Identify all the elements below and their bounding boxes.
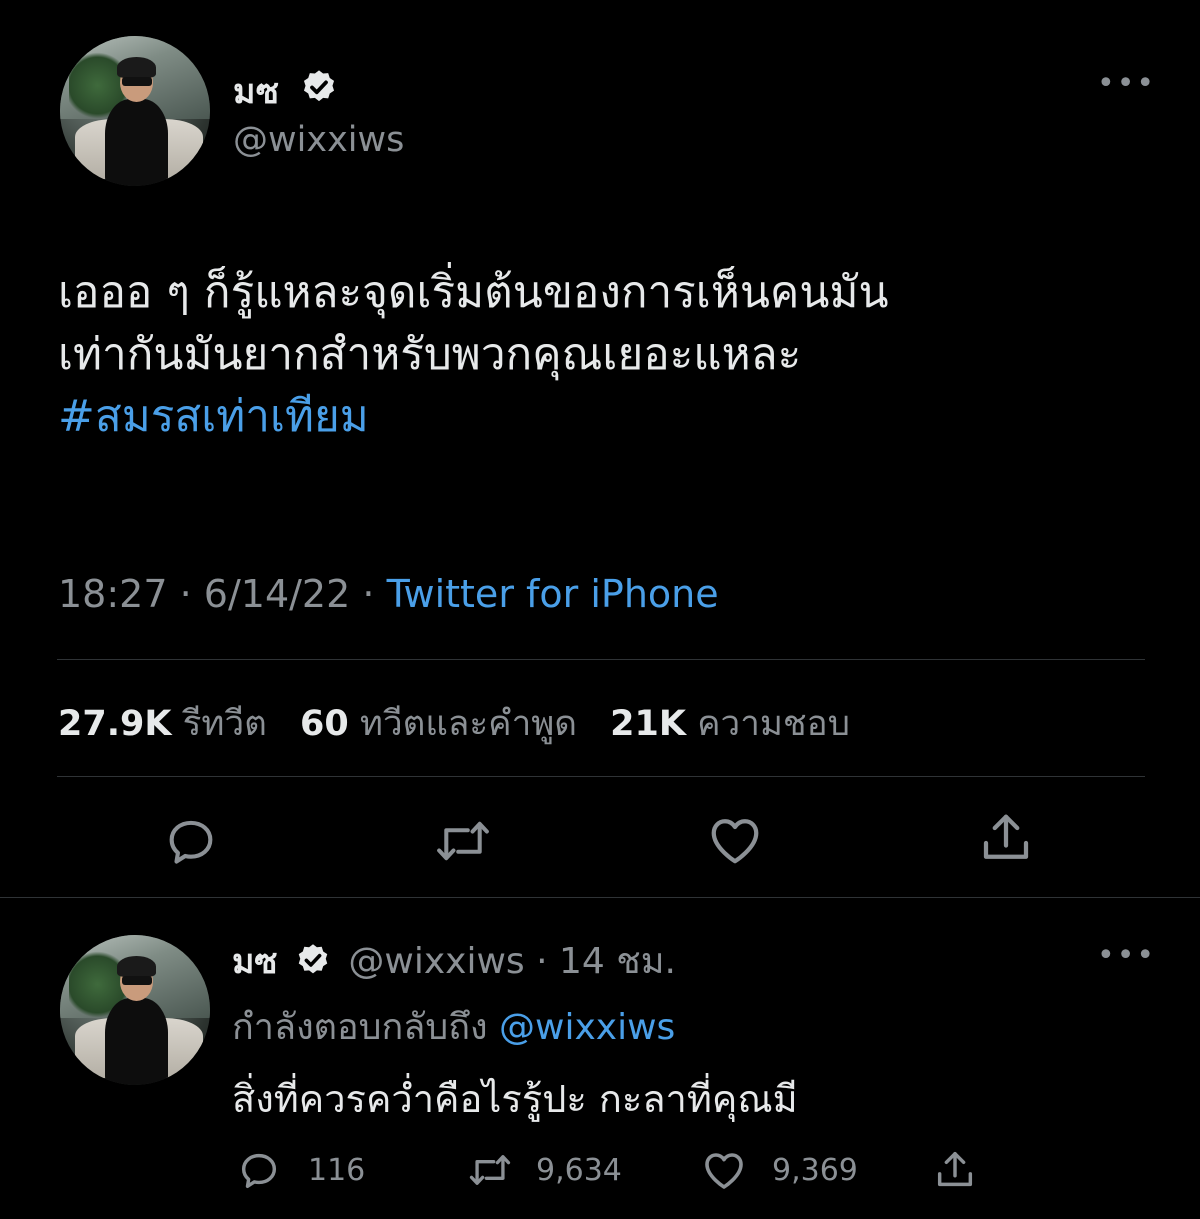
tweet-detail-page: มซ @wixxiws ••• เอออ ๆ ก็รู้แหละจุดเริ่ม… [0,0,1200,1219]
likes-count: 21K [610,704,686,744]
replying-to-label: กำลังตอบกลับถึง [232,1007,488,1048]
reply-time[interactable]: 14 ชม. [559,941,676,982]
retweet-button[interactable] [432,812,494,870]
like-button[interactable] [704,810,766,870]
handle[interactable]: @wixxiws [233,120,404,160]
reply-reply-button[interactable]: 116 [236,1146,365,1194]
share-button[interactable] [976,808,1036,868]
replying-to: กำลังตอบกลับถึง @wixxiws [232,998,675,1055]
replying-to-mention[interactable]: @wixxiws [499,1007,675,1048]
more-options-icon[interactable]: ••• [1097,66,1156,101]
reply-separator: · [536,941,548,982]
reply-more-options-icon[interactable]: ••• [1097,938,1156,973]
verified-badge-icon [303,70,335,102]
retweet-icon [469,1155,511,1185]
reply-display-name[interactable]: มซ [232,942,278,982]
meta-separator: · [179,572,192,616]
tweet-text: เอออ ๆ ก็รู้แหละจุดเริ่มต้นของการเห็นคนม… [58,262,1168,448]
verified-badge-icon [298,944,328,974]
like-icon [711,819,759,864]
reply-count: 116 [308,1152,366,1188]
hashtag-link[interactable]: #สมรสเท่าเทียม [58,386,1168,448]
quotes-count: 60 [300,704,349,744]
reply-text: สิ่งที่ควรคว่ำคือไรรู้ปะ กะลาที่คุณมี [232,1077,798,1121]
retweet-icon [437,821,489,861]
tweet-time: 18:27 [58,572,168,616]
reply-header: มซ @wixxiws · 14 ชม. [232,932,676,989]
tweet-meta: 18:27 · 6/14/22 · Twitter for iPhone [58,572,719,616]
quotes-label: ทวีตและคำพูด [359,704,578,744]
reply-icon [241,1153,277,1189]
reply-share-button[interactable] [932,1146,1004,1194]
retweets-count: 27.9K [58,704,172,744]
reply-icon [169,820,213,864]
tweet-date[interactable]: 6/14/22 [204,572,351,616]
display-name[interactable]: มซ [233,64,280,118]
avatar[interactable] [60,36,210,186]
share-icon [983,814,1029,859]
reply-avatar[interactable] [60,935,210,1085]
reply-like-button[interactable]: 9,369 [700,1146,858,1194]
likes-stat[interactable]: 21K ความชอบ [610,704,850,744]
share-icon [937,1151,973,1187]
retweets-stat[interactable]: 27.9K รีทวีต [58,704,267,744]
tweet-text-line: เอออ ๆ ก็รู้แหละจุดเริ่มต้นของการเห็นคนม… [58,267,889,318]
retweet-count: 9,634 [536,1152,622,1188]
likes-label: ความชอบ [697,704,850,744]
like-count: 9,369 [772,1152,858,1188]
divider [57,659,1145,660]
retweets-label: รีทวีต [182,704,267,744]
like-icon [705,1153,743,1189]
meta-separator: · [362,572,375,616]
tweet-text-line: เท่ากันมันยากสำหรับพวกคุณเยอะแหละ [58,329,802,380]
tweet-source-link[interactable]: Twitter for iPhone [387,572,719,616]
quotes-stat[interactable]: 60 ทวีตและคำพูด [300,704,577,744]
divider [57,776,1145,777]
reply-handle[interactable]: @wixxiws [348,941,524,982]
divider [0,897,1200,898]
reply-retweet-button[interactable]: 9,634 [466,1146,622,1194]
reply-button[interactable] [162,812,220,870]
tweet-stats: 27.9K รีทวีต 60 ทวีตและคำพูด 21K ความชอบ [58,696,872,751]
